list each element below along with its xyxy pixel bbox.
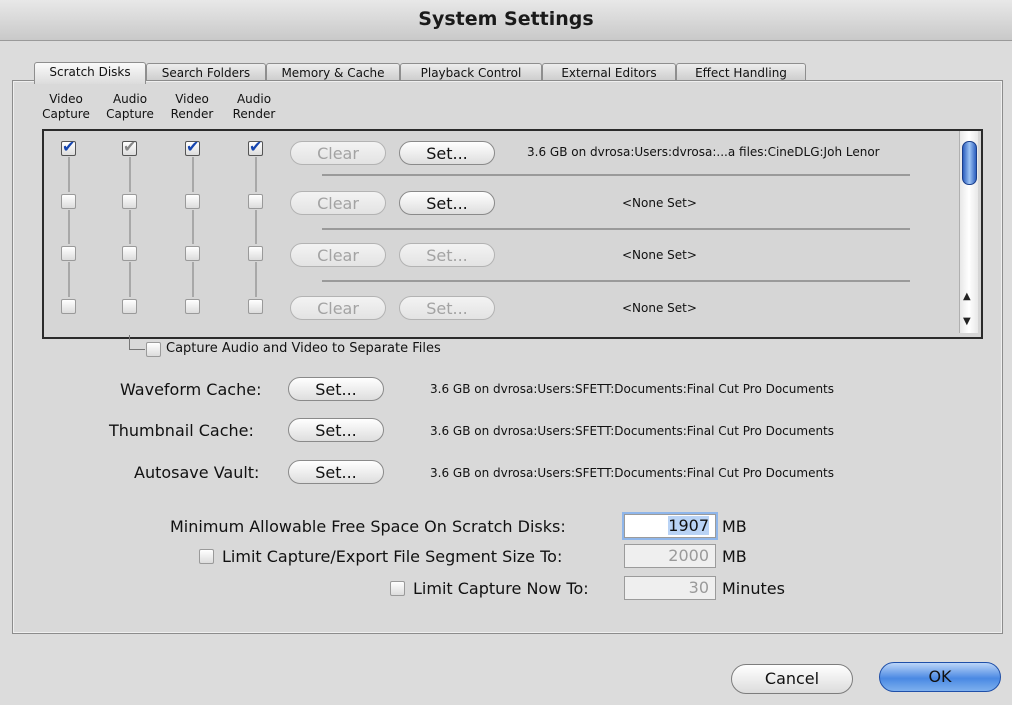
- connector-line: [192, 157, 194, 192]
- clear-button[interactable]: Clear: [290, 141, 386, 165]
- connector-line: [129, 262, 131, 297]
- limit-capture-now-checkbox[interactable]: [390, 581, 405, 596]
- connector-line: [129, 157, 131, 192]
- audio-capture-checkbox[interactable]: [122, 299, 137, 314]
- video-render-checkbox[interactable]: [185, 194, 200, 209]
- audio-capture-checkbox[interactable]: [122, 137, 137, 156]
- connector-line: [255, 262, 257, 297]
- limit-capture-now-unit: Minutes: [722, 579, 785, 598]
- min-free-space-label: Minimum Allowable Free Space On Scratch …: [170, 517, 566, 536]
- set-button[interactable]: Set...: [399, 141, 495, 165]
- column-header-audio-capture: Audio Capture: [104, 92, 156, 122]
- clear-button[interactable]: Clear: [290, 191, 386, 215]
- scroll-up-arrow-icon[interactable]: ▲: [963, 291, 971, 302]
- waveform-cache-path: 3.6 GB on dvrosa:Users:SFETT:Documents:F…: [430, 382, 835, 396]
- row-divider: [322, 174, 910, 176]
- connector-line: [68, 262, 70, 297]
- connector-line: [68, 210, 70, 244]
- limit-segment-checkbox[interactable]: [199, 549, 214, 564]
- audio-render-checkbox[interactable]: [248, 137, 263, 156]
- column-header-video-capture: Video Capture: [40, 92, 92, 122]
- limit-capture-now-input[interactable]: 30: [624, 576, 716, 600]
- set-button[interactable]: Set...: [399, 243, 495, 267]
- autosave-vault-label: Autosave Vault:: [134, 463, 260, 482]
- min-free-space-value: 1907: [668, 516, 709, 535]
- video-capture-checkbox[interactable]: [61, 194, 76, 209]
- thumbnail-cache-set-button[interactable]: Set...: [288, 418, 384, 442]
- audio-render-checkbox[interactable]: [248, 194, 263, 209]
- scratch-disk-list: [42, 129, 983, 339]
- separate-files-checkbox[interactable]: [146, 342, 161, 357]
- limit-segment-label: Limit Capture/Export File Segment Size T…: [222, 547, 563, 566]
- min-free-space-input[interactable]: 1907: [624, 514, 716, 538]
- video-render-checkbox[interactable]: [185, 299, 200, 314]
- column-header-line: Render: [170, 107, 214, 121]
- column-header-line: Capture: [42, 107, 90, 121]
- limit-segment-input[interactable]: 2000: [624, 544, 716, 568]
- video-capture-checkbox[interactable]: [61, 299, 76, 314]
- column-header-line: Video: [175, 92, 209, 106]
- video-render-checkbox[interactable]: [185, 137, 200, 156]
- video-capture-checkbox[interactable]: [61, 246, 76, 261]
- connector-line: [192, 210, 194, 244]
- limit-capture-now-label: Limit Capture Now To:: [413, 579, 589, 598]
- thumbnail-cache-path: 3.6 GB on dvrosa:Users:SFETT:Documents:F…: [430, 424, 835, 438]
- scroll-down-arrow-icon[interactable]: ▼: [963, 316, 971, 327]
- column-header-line: Render: [232, 107, 276, 121]
- waveform-cache-set-button[interactable]: Set...: [288, 377, 384, 401]
- min-free-space-unit: MB: [722, 517, 747, 536]
- thumbnail-cache-label: Thumbnail Cache:: [109, 421, 254, 440]
- waveform-cache-label: Waveform Cache:: [120, 380, 262, 399]
- ok-button[interactable]: OK: [879, 662, 1001, 692]
- window-title: System Settings: [418, 8, 594, 30]
- audio-render-checkbox[interactable]: [248, 299, 263, 314]
- tab-scratch-disks[interactable]: Scratch Disks: [34, 62, 146, 84]
- row-divider: [322, 228, 910, 230]
- column-header-video-render: Video Render: [166, 92, 218, 122]
- row-divider: [322, 280, 910, 282]
- connector-line: [255, 210, 257, 244]
- disk-path: <None Set>: [622, 248, 697, 262]
- cancel-button[interactable]: Cancel: [731, 664, 853, 694]
- column-header-line: Audio: [112, 92, 148, 106]
- disk-path: 3.6 GB on dvrosa:Users:dvrosa:...a files…: [527, 145, 880, 159]
- video-capture-checkbox[interactable]: [61, 137, 76, 156]
- column-header-line: Capture: [106, 107, 154, 121]
- disk-path: <None Set>: [622, 196, 697, 210]
- connector-line: [255, 157, 257, 192]
- clear-button[interactable]: Clear: [290, 243, 386, 267]
- separate-files-label: Capture Audio and Video to Separate File…: [166, 341, 441, 356]
- tree-connector: [129, 335, 145, 350]
- clear-button[interactable]: Clear: [290, 296, 386, 320]
- autosave-vault-path: 3.6 GB on dvrosa:Users:SFETT:Documents:F…: [430, 466, 835, 480]
- column-header-line: Audio: [236, 92, 272, 106]
- connector-line: [192, 262, 194, 297]
- connector-line: [129, 210, 131, 244]
- scrollbar-thumb[interactable]: [962, 141, 977, 185]
- title-bar: System Settings: [0, 0, 1012, 41]
- disk-path: <None Set>: [622, 301, 697, 315]
- audio-render-checkbox[interactable]: [248, 246, 263, 261]
- column-header-line: Video: [49, 92, 83, 106]
- audio-capture-checkbox[interactable]: [122, 246, 137, 261]
- connector-line: [68, 157, 70, 192]
- set-button[interactable]: Set...: [399, 296, 495, 320]
- set-button[interactable]: Set...: [399, 191, 495, 215]
- video-render-checkbox[interactable]: [185, 246, 200, 261]
- autosave-vault-set-button[interactable]: Set...: [288, 460, 384, 484]
- audio-capture-checkbox[interactable]: [122, 194, 137, 209]
- limit-segment-unit: MB: [722, 547, 747, 566]
- column-header-audio-render: Audio Render: [228, 92, 280, 122]
